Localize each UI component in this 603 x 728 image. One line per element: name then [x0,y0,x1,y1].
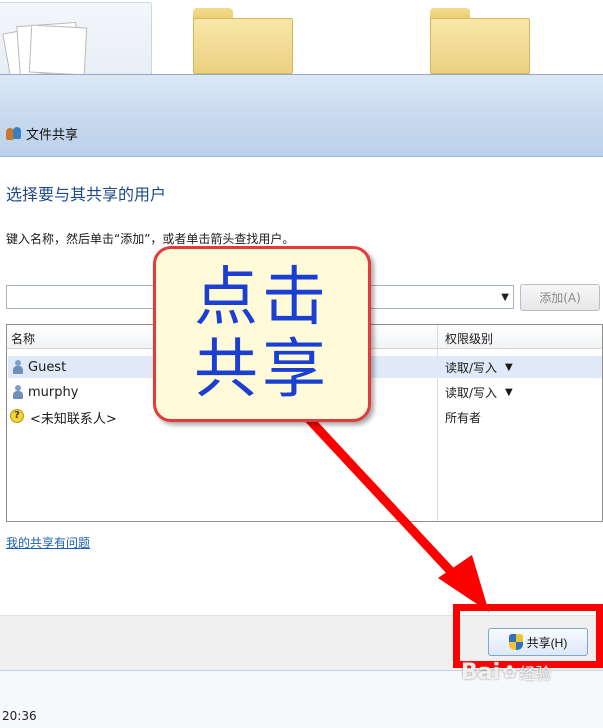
callout-text-line2: 共享 [194,333,330,407]
dialog-title: 文件共享 [26,127,79,143]
permission-dropdown[interactable]: 读取/写入 ▼ [445,359,513,376]
callout-box: 点击 共享 [153,246,371,422]
folder-with-documents-icon [0,21,90,81]
chevron-down-icon[interactable]: ▼ [505,362,513,373]
permission-cell: 所有者 [445,409,481,426]
explorer-background [0,0,603,81]
paw-icon: ✿ [502,661,518,683]
instruction-text: 键入名称，然后单击“添加”，或者单击箭头查找用户。 [6,232,295,246]
permission-label: 读取/写入 [445,361,498,375]
folder-icon[interactable] [193,8,293,74]
permission-dropdown[interactable]: 读取/写入 ▼ [445,384,513,401]
dialog-title-row: 文件共享 [6,122,78,144]
user-icon [12,385,24,399]
column-header-name[interactable]: 名称 [11,330,35,347]
clock-time: 20:36 [2,709,37,723]
watermark-brand: Bai [461,659,501,685]
watermark-suffix: 经验 [519,664,552,683]
unknown-contact-icon: ? [10,409,28,425]
baidu-watermark: Bai ✿ 经验 [461,652,581,692]
file-share-icon [6,126,22,140]
callout-text-line1: 点击 [194,261,330,335]
dialog-heading: 选择要与其共享的用户 [6,185,167,204]
user-name: Guest [28,359,67,375]
folder-icon[interactable] [430,8,530,74]
permission-label: 读取/写入 [445,386,498,400]
column-header-permission[interactable]: 权限级别 [445,330,493,347]
add-button[interactable]: 添加(A) [520,284,600,311]
user-icon [12,360,24,374]
sharing-problem-link[interactable]: 我的共享有问题 [6,534,90,551]
chevron-down-icon[interactable]: ▼ [505,387,513,398]
permission-label: 所有者 [445,411,482,425]
dialog-titlebar: 文件共享 [0,75,603,157]
user-name: <未知联系人> [30,411,117,427]
chevron-down-icon[interactable]: ▼ [501,292,509,303]
user-name: murphy [28,384,79,400]
